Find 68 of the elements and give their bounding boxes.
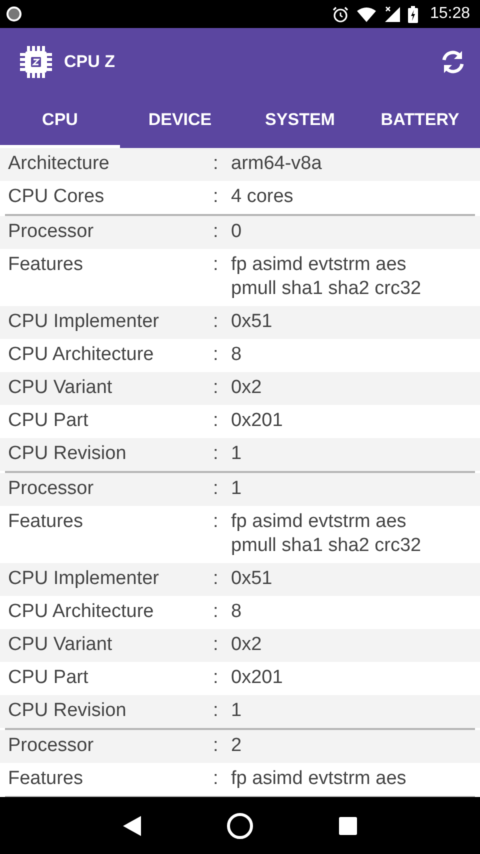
- row-label: CPU Cores: [8, 185, 106, 209]
- row-value: 0x51: [231, 567, 274, 591]
- wifi-icon: [356, 6, 376, 22]
- colon: :: [213, 185, 220, 209]
- row-value: 8: [231, 600, 243, 624]
- colon: :: [213, 253, 220, 277]
- row-label: Processor: [8, 734, 95, 758]
- alarm-icon: [332, 6, 349, 22]
- row-value: arm64-v8a: [231, 152, 323, 176]
- row-label: Processor: [8, 220, 95, 244]
- colon: :: [213, 310, 220, 334]
- row-label: CPU Part: [8, 409, 90, 433]
- row-label: Features: [8, 510, 84, 534]
- row-value: 4 cores: [231, 185, 294, 209]
- tab[interactable]: BATTERY: [360, 95, 480, 148]
- row-label: CPU Implementer: [8, 567, 160, 591]
- row-value: 1: [231, 699, 243, 723]
- signal-icon: [384, 6, 400, 22]
- row-value: 8: [231, 343, 243, 367]
- row-label: CPU Architecture: [8, 600, 155, 624]
- row-label: Features: [8, 767, 84, 791]
- colon: :: [213, 343, 220, 367]
- colon: :: [213, 220, 220, 244]
- row-value: 1: [231, 442, 243, 466]
- colon: :: [213, 409, 220, 433]
- colon: :: [213, 699, 220, 723]
- colon: :: [213, 567, 220, 591]
- row-value: 0x2: [231, 633, 263, 657]
- colon: :: [213, 633, 220, 657]
- colon: :: [213, 442, 220, 466]
- row-value: 2: [231, 734, 243, 758]
- row-label: CPU Revision: [8, 442, 128, 466]
- tab[interactable]: SYSTEM: [240, 95, 360, 148]
- row-label: Features: [8, 253, 84, 277]
- row-value: fp asimd evtstrm aes pmull sha1 sha2 crc32: [231, 253, 422, 301]
- row-label: Architecture: [8, 152, 110, 176]
- row-label: CPU Variant: [8, 376, 114, 400]
- row-value: 1: [231, 477, 243, 501]
- row-label: CPU Part: [8, 666, 90, 690]
- row-label: CPU Implementer: [8, 310, 160, 334]
- row-label: CPU Revision: [8, 699, 128, 723]
- back-icon[interactable]: [122, 816, 141, 836]
- home-icon[interactable]: [226, 812, 254, 840]
- colon: :: [213, 152, 220, 176]
- row-value: 0x201: [231, 409, 284, 433]
- colon: :: [213, 376, 220, 400]
- row-value: 0x2: [231, 376, 263, 400]
- row-label: CPU Architecture: [8, 343, 155, 367]
- colon: :: [213, 666, 220, 690]
- row-value: 0x201: [231, 666, 284, 690]
- notification-icon: [6, 6, 22, 22]
- colon: :: [213, 734, 220, 758]
- row-label: Processor: [8, 477, 95, 501]
- row-label: CPU Variant: [8, 633, 114, 657]
- row-value: 0: [231, 220, 243, 244]
- colon: :: [213, 600, 220, 624]
- recents-icon[interactable]: [339, 816, 358, 834]
- row-value: fp asimd evtstrm aes pmull sha1 sha2 crc32: [231, 510, 422, 558]
- status-time: 15:28: [430, 5, 470, 23]
- chip-icon: [18, 44, 54, 80]
- battery-icon: [408, 6, 418, 22]
- colon: :: [213, 767, 220, 791]
- colon: :: [213, 477, 220, 501]
- app-title: CPU Z: [64, 52, 115, 72]
- colon: :: [213, 510, 220, 534]
- row-value: fp asimd evtstrm aes: [231, 767, 408, 791]
- tab[interactable]: DEVICE: [120, 95, 240, 148]
- row-value: 0x51: [231, 310, 274, 334]
